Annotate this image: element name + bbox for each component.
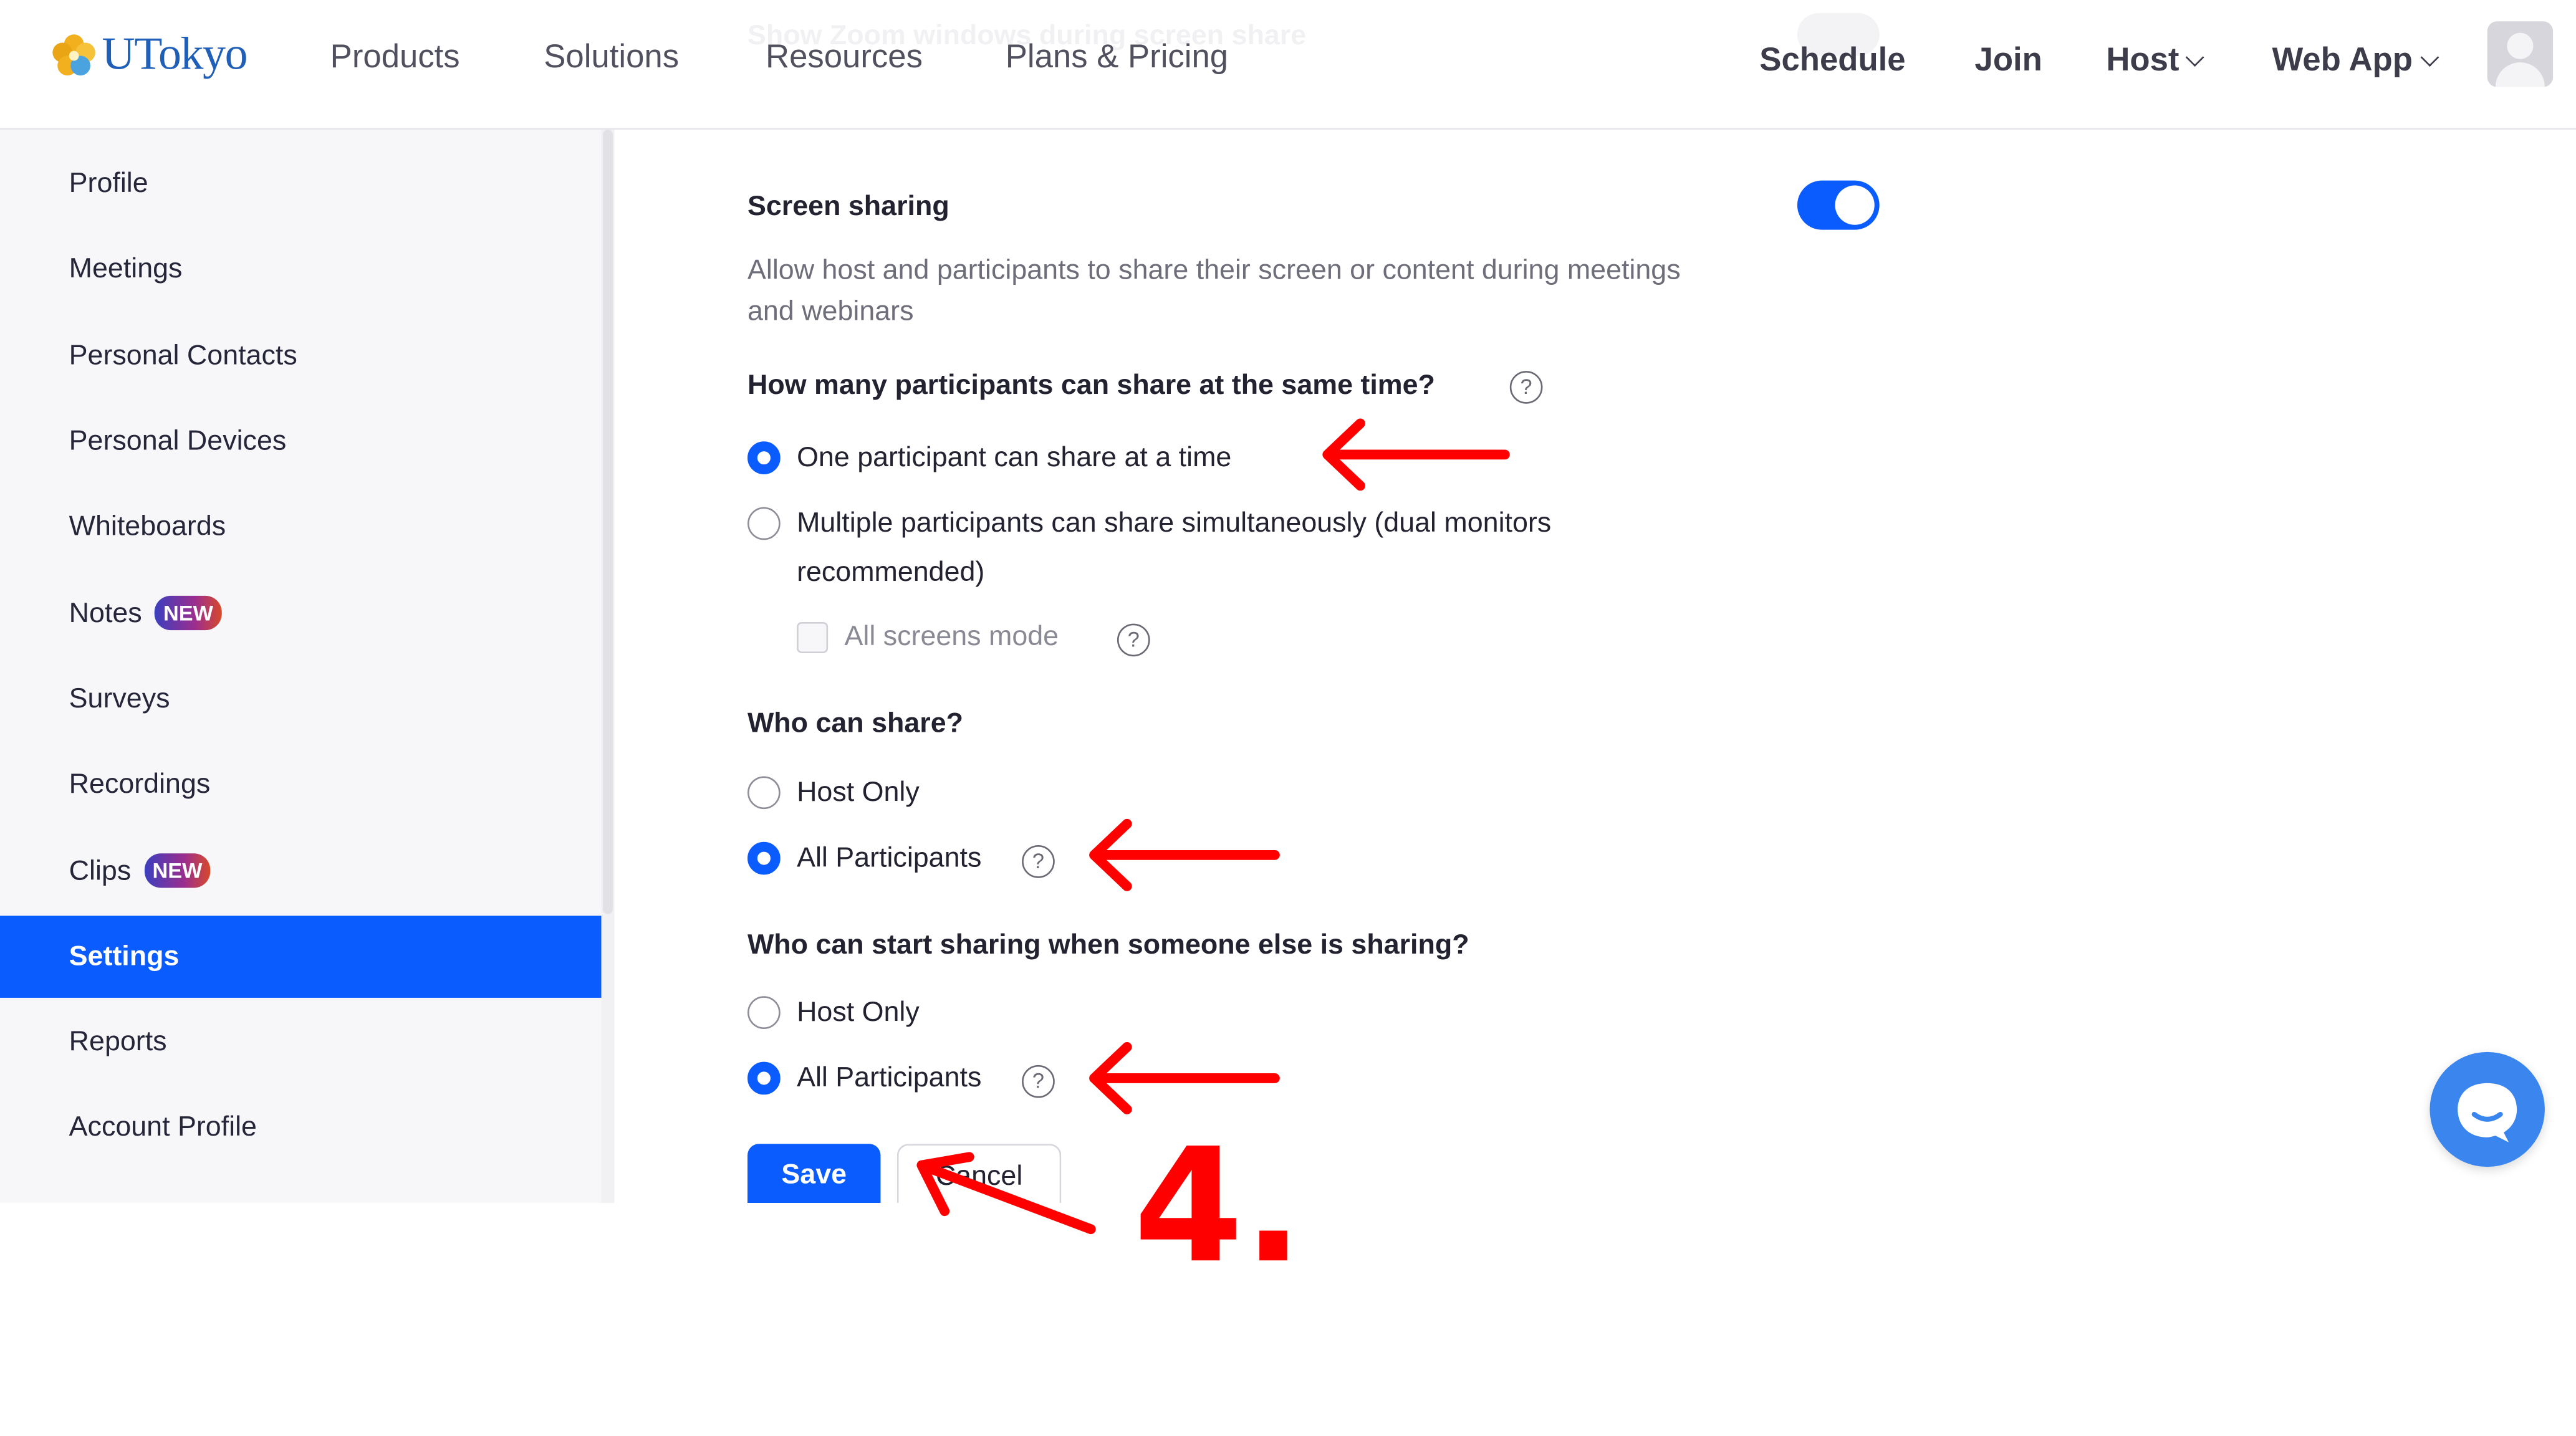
annotation-arrow-who-can-share [1089, 818, 1280, 891]
annotation-step-number: 4. [1133, 1114, 1304, 1298]
chat-bubble-icon[interactable] [2429, 1051, 2545, 1167]
annotation-arrow-who-can-start [1089, 1042, 1280, 1114]
annotation-arrow-save [916, 1152, 1096, 1235]
annotation-arrow-one-participant [1322, 418, 1510, 491]
settings-page: Show Zoom windows during screen share UT… [0, 0, 2576, 1436]
